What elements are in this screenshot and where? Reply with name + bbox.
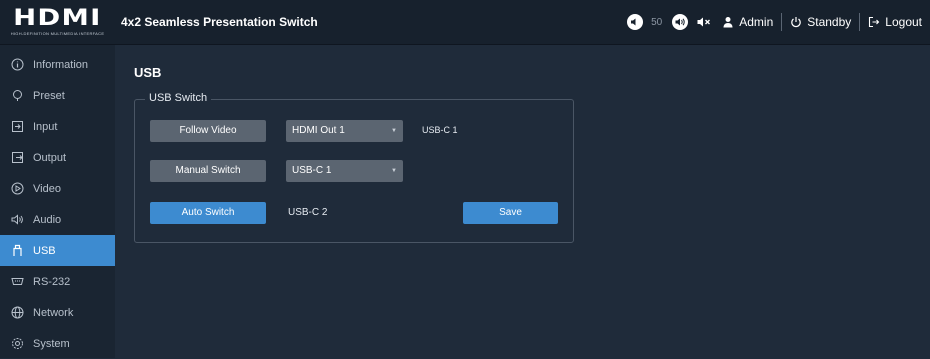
follow-video-status: USB-C 1 [422, 125, 458, 135]
manual-switch-button[interactable]: Manual Switch [150, 160, 266, 182]
sidebar-item-label: USB [33, 244, 56, 257]
manual-switch-select[interactable]: USB-C 1 ▼ [286, 160, 403, 182]
sidebar-item-information[interactable]: Information [0, 49, 115, 80]
sidebar-item-network[interactable]: Network [0, 297, 115, 328]
volume-value: 50 [651, 16, 663, 28]
sidebar-item-rs232[interactable]: RS-232 [0, 266, 115, 297]
sidebar-item-output[interactable]: Output [0, 142, 115, 173]
sidebar-item-label: Preset [33, 89, 65, 102]
follow-video-output-select[interactable]: HDMI Out 1 ▼ [286, 120, 403, 142]
video-icon [10, 182, 24, 196]
sidebar-item-label: RS-232 [33, 275, 71, 288]
usb-icon [10, 244, 24, 258]
sidebar-item-usb[interactable]: USB [0, 235, 115, 266]
sidebar-item-label: Input [33, 120, 58, 133]
select-value: HDMI Out 1 [292, 125, 345, 136]
standby-button[interactable]: Standby [807, 15, 851, 29]
auto-switch-button[interactable]: Auto Switch [150, 202, 266, 224]
logout-button[interactable]: Logout [885, 15, 922, 29]
sidebar-item-label: Video [33, 182, 61, 195]
input-icon [10, 120, 24, 134]
preset-icon [10, 89, 24, 103]
user-icon [722, 16, 734, 28]
logout-icon[interactable] [868, 16, 880, 28]
chevron-down-icon: ▼ [391, 168, 397, 174]
system-icon [10, 337, 24, 351]
top-bar: HDMI HIGH-DEFINITION MULTIMEDIA INTERFAC… [0, 0, 930, 45]
header-controls: 50 Admin Standby Logout [627, 0, 922, 44]
sidebar-item-preset[interactable]: Preset [0, 80, 115, 111]
page-header-title: 4x2 Seamless Presentation Switch [121, 15, 318, 29]
sidebar-item-input[interactable]: Input [0, 111, 115, 142]
output-icon [10, 151, 24, 165]
header-divider [859, 13, 861, 31]
volume-up-icon[interactable] [672, 14, 689, 30]
power-icon[interactable] [790, 16, 802, 28]
hdmi-logo: HDMI HIGH-DEFINITION MULTIMEDIA INTERFAC… [0, 0, 115, 44]
sidebar-item-system[interactable]: System [0, 328, 115, 359]
select-value: USB-C 1 [292, 165, 332, 176]
rs232-icon [10, 275, 24, 289]
header-divider [781, 13, 783, 31]
follow-video-button[interactable]: Follow Video [150, 120, 266, 142]
user-name: Admin [739, 15, 774, 29]
chevron-down-icon: ▼ [391, 128, 397, 134]
sidebar-item-video[interactable]: Video [0, 173, 115, 204]
sidebar: Information Preset Input Output Video Au… [0, 45, 115, 358]
sidebar-item-label: Network [33, 306, 74, 319]
auto-switch-status: USB-C 2 [288, 207, 328, 218]
save-button[interactable]: Save [463, 202, 558, 224]
sidebar-item-audio[interactable]: Audio [0, 204, 115, 235]
audio-icon [10, 213, 24, 227]
volume-down-icon[interactable] [627, 14, 644, 30]
sidebar-item-label: Audio [33, 213, 62, 226]
page-title: USB [134, 65, 162, 80]
info-icon [10, 58, 24, 72]
mute-icon[interactable] [696, 14, 712, 30]
network-icon [10, 306, 24, 320]
sidebar-item-label: System [33, 337, 70, 350]
sidebar-item-label: Information [33, 58, 89, 71]
usb-switch-legend: USB Switch [145, 92, 212, 104]
logo-tagline: HIGH-DEFINITION MULTIMEDIA INTERFACE [10, 30, 105, 36]
logo-text: HDMI [13, 5, 102, 31]
sidebar-item-label: Output [33, 151, 67, 164]
